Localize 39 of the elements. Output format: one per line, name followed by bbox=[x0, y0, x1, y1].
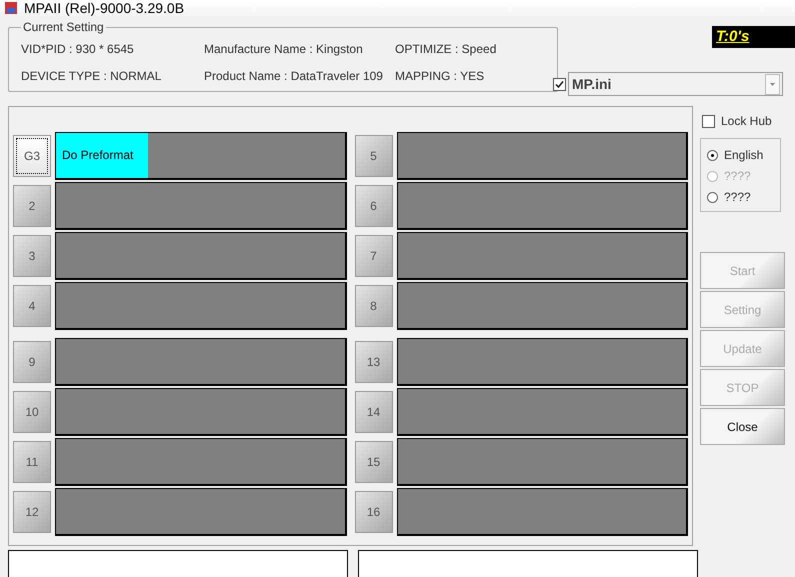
port-button[interactable]: 7 bbox=[354, 235, 392, 277]
setting-label: Manufacture Name : Kingston bbox=[204, 42, 364, 56]
language-label: ???? bbox=[724, 190, 751, 204]
port-button[interactable]: 5 bbox=[354, 135, 392, 177]
setting-label: Product Name : DataTraveler 109 bbox=[204, 69, 384, 83]
port-button[interactable]: 9 bbox=[13, 341, 51, 383]
language-label: ???? bbox=[724, 169, 751, 183]
port-button[interactable]: 14 bbox=[354, 391, 392, 433]
port-button[interactable]: 13 bbox=[354, 341, 392, 383]
checkmark-icon bbox=[555, 80, 564, 88]
port-button[interactable]: 8 bbox=[354, 285, 392, 327]
app-icon bbox=[4, 1, 18, 15]
lock-hub-label: Lock Hub bbox=[721, 114, 772, 128]
language-label: English bbox=[724, 148, 764, 162]
radio-button[interactable] bbox=[707, 192, 718, 202]
action-button[interactable]: Close bbox=[700, 408, 785, 445]
port-button[interactable]: 3 bbox=[13, 235, 51, 277]
port-button[interactable]: 16 bbox=[354, 491, 392, 533]
ini-checkbox[interactable] bbox=[553, 78, 566, 90]
setting-label: VID*PID : 930 * 6545 bbox=[21, 42, 135, 56]
ini-dropdown[interactable]: MP.ini bbox=[568, 72, 783, 96]
port-button[interactable]: 11 bbox=[13, 441, 51, 483]
group-title: Current Setting bbox=[22, 20, 105, 34]
setting-label: MAPPING : YES bbox=[395, 69, 486, 83]
lock-hub-checkbox[interactable] bbox=[702, 114, 715, 128]
port-status: Do Preformat bbox=[62, 148, 134, 162]
port-button[interactable]: 2 bbox=[13, 185, 51, 227]
port-button[interactable]: 10 bbox=[13, 391, 51, 433]
setting-label: DEVICE TYPE : NORMAL bbox=[21, 69, 162, 83]
timer-display: T:0's bbox=[712, 26, 795, 48]
port-button[interactable]: 15 bbox=[354, 441, 392, 483]
port-button[interactable]: G3 bbox=[13, 135, 51, 177]
window-title: MPAII (Rel)-9000-3.29.0B bbox=[24, 0, 184, 16]
port-button[interactable]: 6 bbox=[354, 185, 392, 227]
port-button[interactable]: 4 bbox=[13, 285, 51, 327]
radio-button[interactable] bbox=[707, 150, 718, 160]
port-button[interactable]: 12 bbox=[13, 491, 51, 533]
caret-icon bbox=[770, 82, 775, 86]
setting-label: OPTIMIZE : Speed bbox=[395, 42, 498, 56]
